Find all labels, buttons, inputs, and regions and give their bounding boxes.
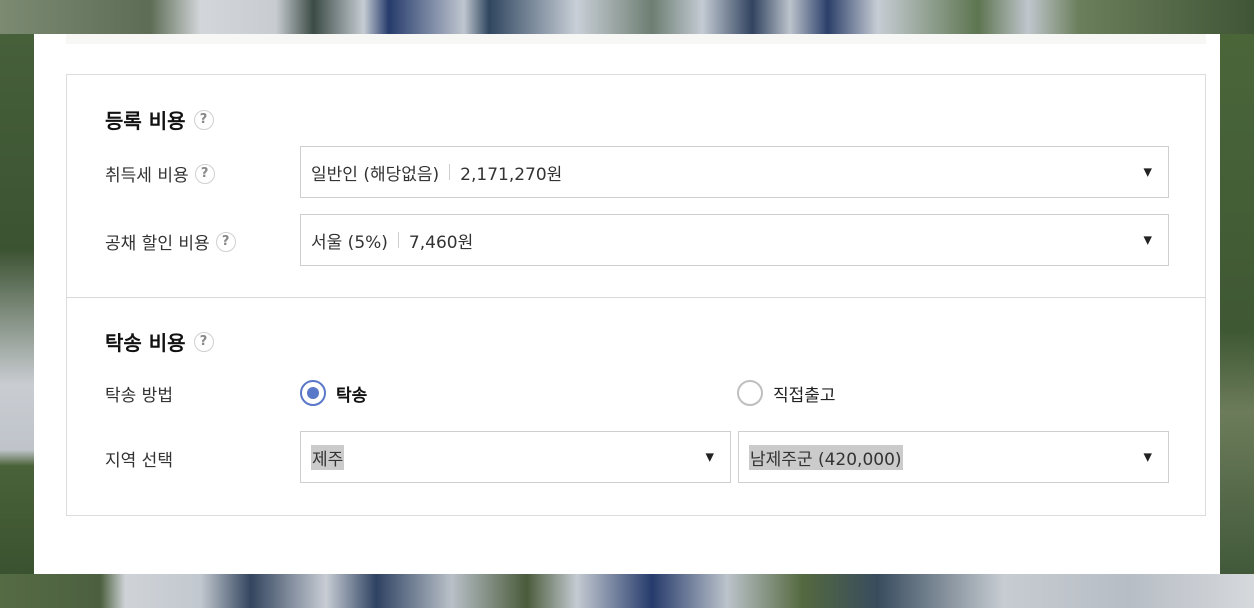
bond-discount-selected: 서울 (5%) bbox=[311, 232, 388, 253]
bond-discount-label-text: 공채 할인 비용 bbox=[105, 234, 210, 254]
cost-form: 등록 비용 ? 취득세 비용 ? 일반인 (해당없음) 2,171,270원 ▼… bbox=[66, 74, 1206, 516]
radio-delivery-label: 탁송 bbox=[336, 385, 368, 406]
chevron-down-icon: ▼ bbox=[1143, 233, 1152, 247]
radio-checked-icon[interactable] bbox=[300, 380, 326, 406]
select-separator bbox=[449, 164, 451, 180]
panel-top-strip bbox=[66, 34, 1206, 44]
cost-panel: 등록 비용 ? 취득세 비용 ? 일반인 (해당없음) 2,171,270원 ▼… bbox=[34, 34, 1220, 574]
district-selected-value: 남제주군 (420,000) bbox=[749, 444, 903, 470]
chevron-down-icon: ▼ bbox=[705, 450, 714, 464]
registration-title-text: 등록 비용 bbox=[105, 109, 186, 133]
shipping-method-label: 탁송 방법 bbox=[105, 381, 173, 406]
bond-discount-select[interactable]: 서울 (5%) 7,460원 ▼ bbox=[300, 214, 1169, 266]
acquisition-tax-select[interactable]: 일반인 (해당없음) 2,171,270원 ▼ bbox=[300, 146, 1169, 198]
radio-delivery[interactable]: 탁송 bbox=[300, 380, 367, 406]
region-select[interactable]: 제주 ▼ bbox=[300, 431, 731, 483]
region-select-label: 지역 선택 bbox=[105, 446, 173, 471]
radio-unchecked-icon[interactable] bbox=[737, 380, 763, 406]
select-separator bbox=[397, 232, 399, 248]
shipping-title-text: 탁송 비용 bbox=[105, 331, 186, 355]
shipping-help-icon[interactable]: ? bbox=[193, 331, 214, 352]
acquisition-tax-label: 취득세 비용 ? bbox=[105, 161, 215, 186]
acquisition-tax-amount: 2,171,270원 bbox=[460, 164, 563, 185]
region-select-label-text: 지역 선택 bbox=[105, 451, 173, 471]
acquisition-tax-selected: 일반인 (해당없음) bbox=[311, 164, 440, 185]
shipping-method-label-text: 탁송 방법 bbox=[105, 386, 173, 406]
bond-discount-help-icon[interactable]: ? bbox=[215, 231, 236, 252]
acquisition-tax-label-text: 취득세 비용 bbox=[105, 166, 189, 186]
bond-discount-label: 공채 할인 비용 ? bbox=[105, 229, 236, 254]
radio-direct-pickup-label: 직접출고 bbox=[773, 385, 836, 406]
district-select[interactable]: 남제주군 (420,000) ▼ bbox=[738, 431, 1169, 483]
acquisition-tax-help-icon[interactable]: ? bbox=[194, 163, 215, 184]
chevron-down-icon: ▼ bbox=[1143, 165, 1152, 179]
registration-section-title: 등록 비용 ? bbox=[105, 105, 214, 134]
bond-discount-amount: 7,460원 bbox=[408, 232, 474, 253]
registration-help-icon[interactable]: ? bbox=[193, 109, 214, 130]
shipping-section-title: 탁송 비용 ? bbox=[105, 327, 214, 356]
radio-direct-pickup[interactable]: 직접출고 bbox=[737, 380, 836, 406]
chevron-down-icon: ▼ bbox=[1143, 450, 1152, 464]
section-divider bbox=[67, 297, 1205, 298]
region-selected-value: 제주 bbox=[311, 444, 345, 470]
